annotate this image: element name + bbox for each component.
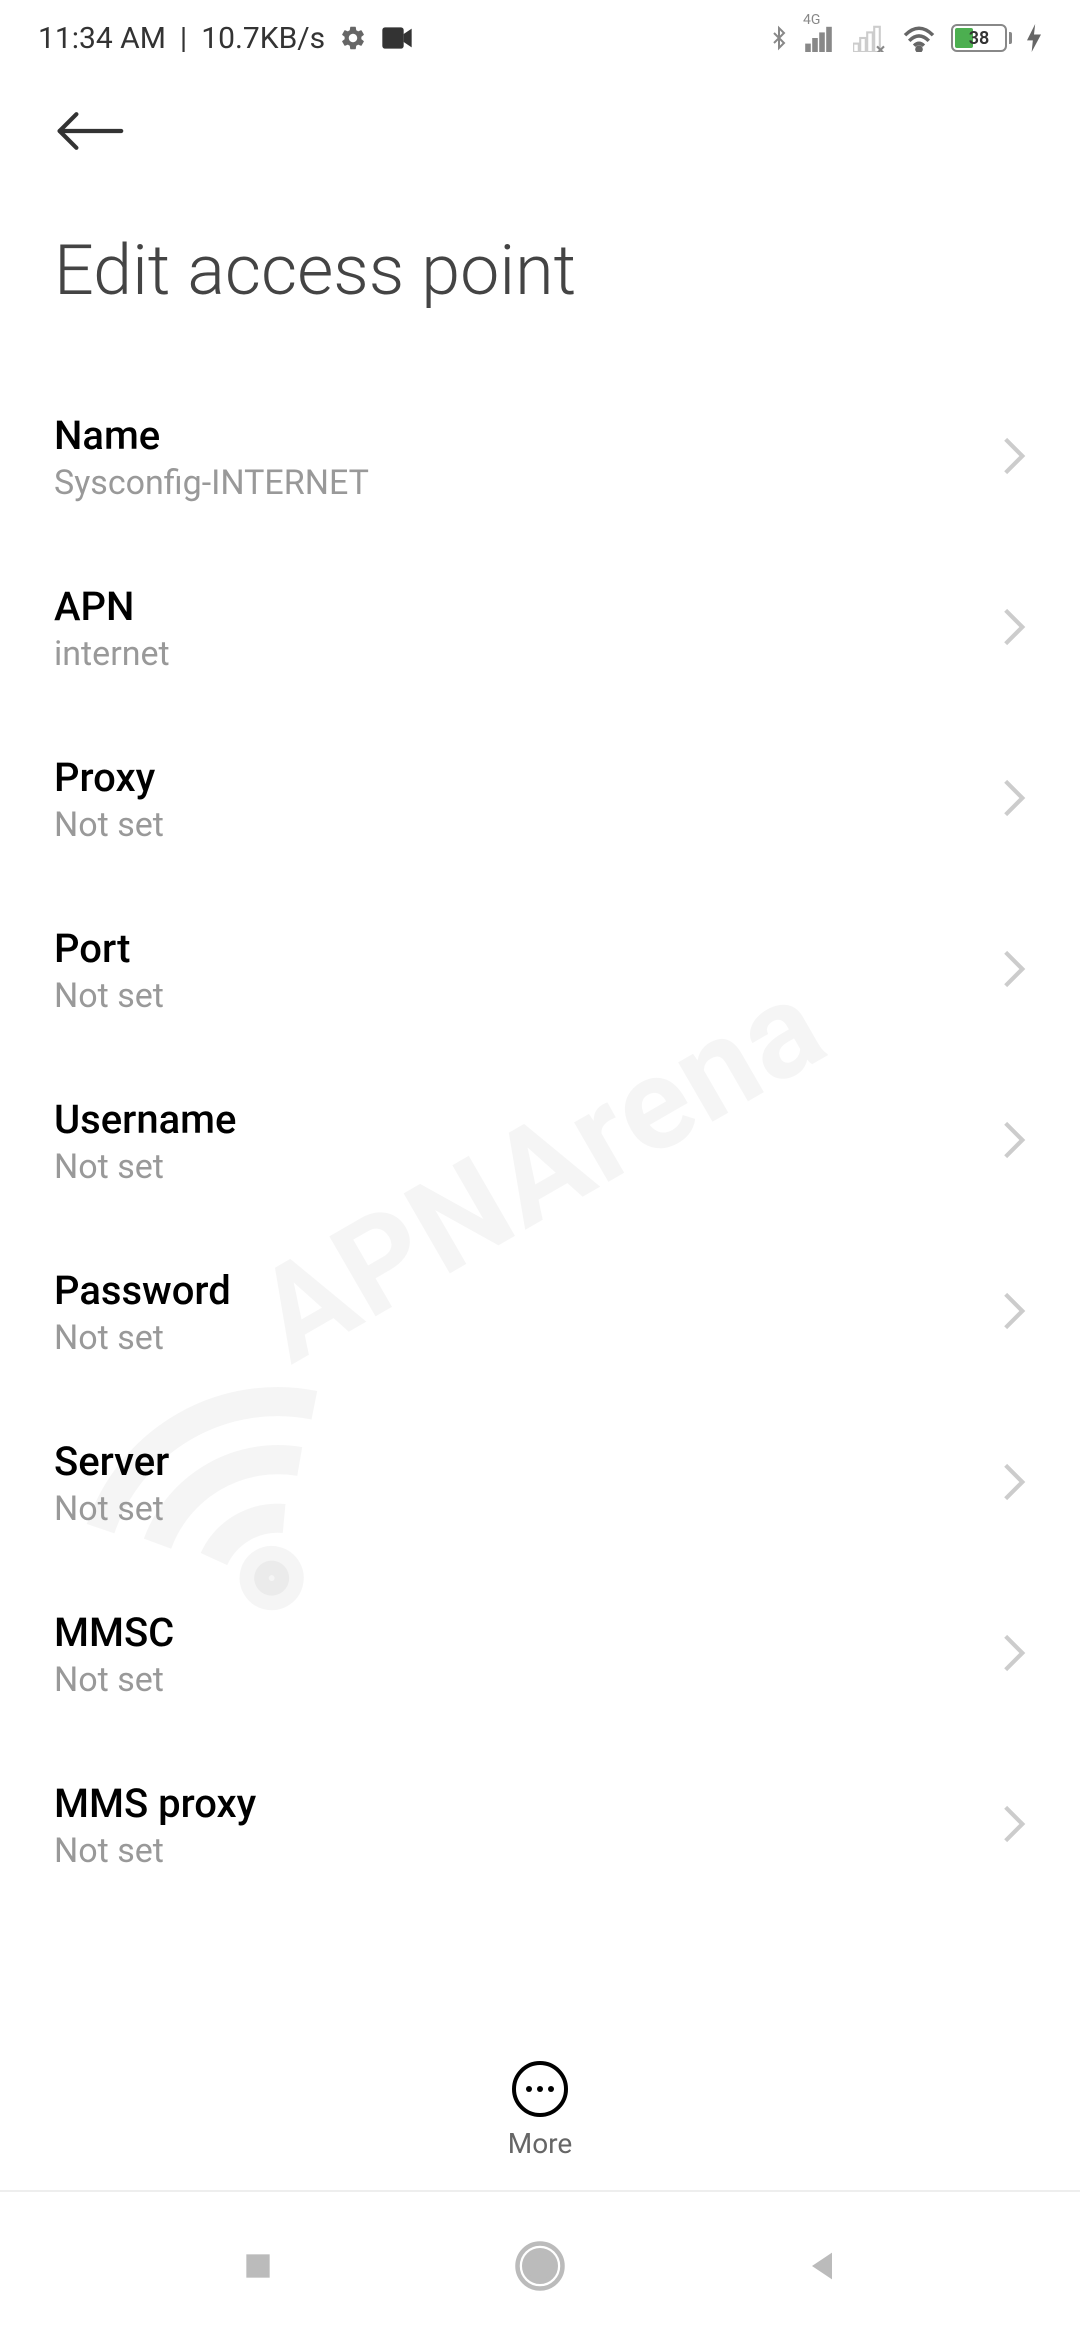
setting-value: Not set xyxy=(54,1831,256,1871)
setting-label: Port xyxy=(54,925,164,972)
setting-mms-proxy[interactable]: MMS proxy Not set xyxy=(54,1740,1026,1911)
chevron-right-icon xyxy=(1002,1804,1026,1848)
chevron-right-icon xyxy=(1002,1120,1026,1164)
chevron-right-icon xyxy=(1002,1462,1026,1506)
more-label: More xyxy=(508,2127,573,2160)
back-button[interactable] xyxy=(54,106,124,156)
setting-server[interactable]: Server Not set xyxy=(54,1398,1026,1569)
chevron-right-icon xyxy=(1002,1291,1026,1335)
setting-password[interactable]: Password Not set xyxy=(54,1227,1026,1398)
fade-overlay xyxy=(0,1980,1080,2030)
setting-label: Username xyxy=(54,1096,236,1143)
navigation-bar xyxy=(0,2190,1080,2340)
nav-home[interactable] xyxy=(513,2239,567,2293)
setting-name[interactable]: Name Sysconfig-INTERNET xyxy=(54,372,1026,543)
setting-value: Sysconfig-INTERNET xyxy=(54,463,369,503)
setting-proxy[interactable]: Proxy Not set xyxy=(54,714,1026,885)
chevron-right-icon xyxy=(1002,778,1026,822)
chevron-right-icon xyxy=(1002,1633,1026,1677)
setting-value: Not set xyxy=(54,805,164,845)
status-left: 11:34 AM | 10.7KB/s xyxy=(38,21,413,56)
setting-label: Proxy xyxy=(54,754,164,801)
chevron-right-icon xyxy=(1002,436,1026,480)
setting-label: Server xyxy=(54,1438,169,1485)
setting-value: Not set xyxy=(54,1147,236,1187)
status-right: 4G 38 xyxy=(767,22,1042,54)
nav-recent-apps[interactable] xyxy=(238,2246,278,2286)
chevron-right-icon xyxy=(1002,607,1026,651)
setting-label: MMS proxy xyxy=(54,1780,256,1827)
setting-label: MMSC xyxy=(54,1609,174,1656)
setting-mmsc[interactable]: MMSC Not set xyxy=(54,1569,1026,1740)
header xyxy=(0,76,1080,180)
setting-label: Name xyxy=(54,412,369,459)
signal-empty-icon xyxy=(853,24,887,52)
signal-4g-icon: 4G xyxy=(805,24,839,52)
chevron-right-icon xyxy=(1002,949,1026,993)
status-separator: | xyxy=(180,21,187,56)
setting-username[interactable]: Username Not set xyxy=(54,1056,1026,1227)
setting-value: Not set xyxy=(54,976,164,1016)
battery-indicator: 38 xyxy=(951,24,1012,52)
more-button[interactable]: More xyxy=(0,2031,1080,2160)
more-icon xyxy=(512,2061,568,2117)
setting-apn[interactable]: APN internet xyxy=(54,543,1026,714)
setting-value: internet xyxy=(54,634,170,674)
setting-label: APN xyxy=(54,583,170,630)
setting-value: Not set xyxy=(54,1318,231,1358)
wifi-icon xyxy=(901,24,937,52)
settings-list: Name Sysconfig-INTERNET APN internet Pro… xyxy=(0,372,1080,1911)
setting-port[interactable]: Port Not set xyxy=(54,885,1026,1056)
status-bar: 11:34 AM | 10.7KB/s 4G 38 xyxy=(0,0,1080,76)
status-time: 11:34 AM xyxy=(38,21,166,56)
setting-value: Not set xyxy=(54,1660,174,1700)
setting-label: Password xyxy=(54,1267,231,1314)
page-title: Edit access point xyxy=(0,180,1080,372)
setting-value: Not set xyxy=(54,1489,169,1529)
bluetooth-icon xyxy=(767,22,791,54)
camera-icon xyxy=(381,26,413,50)
settings-gear-icon xyxy=(339,24,367,52)
status-data-rate: 10.7KB/s xyxy=(201,21,325,56)
nav-back[interactable] xyxy=(802,2246,842,2286)
charging-icon xyxy=(1026,24,1042,52)
